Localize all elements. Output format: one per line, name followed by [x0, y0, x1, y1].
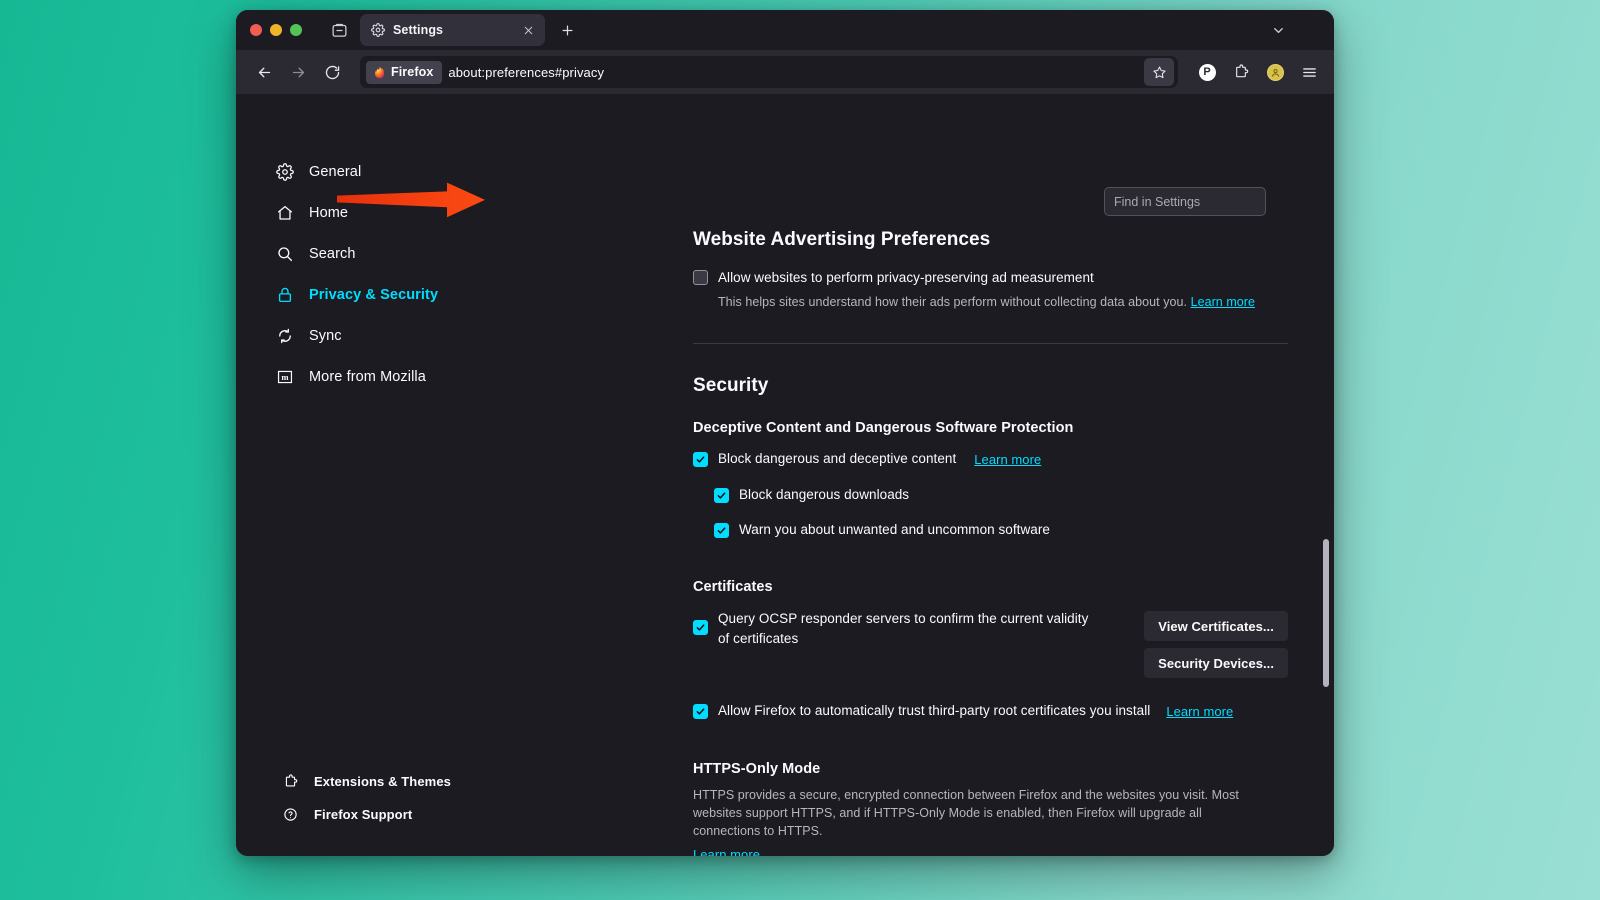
sidebar-item-general[interactable]: General	[236, 151, 464, 192]
ocsp-checkbox[interactable]	[693, 620, 708, 635]
question-mark-icon	[282, 806, 299, 823]
navigation-toolbar: Firefox about:preferences#privacy P	[236, 50, 1334, 94]
identity-chip-label: Firefox	[391, 65, 434, 79]
ad-measurement-learn-more-link[interactable]: Learn more	[1191, 295, 1255, 309]
deceptive-content-subtitle: Deceptive Content and Dangerous Software…	[693, 420, 1074, 437]
extensions-puzzle-icon	[282, 773, 299, 790]
back-arrow-icon[interactable]	[248, 56, 280, 88]
sidebar-item-privacy-security[interactable]: Privacy & Security	[236, 274, 464, 315]
ad-measurement-row[interactable]: Allow websites to perform privacy-preser…	[693, 269, 1288, 287]
lock-icon	[275, 285, 295, 305]
star-icon[interactable]	[1144, 58, 1174, 86]
list-tabs-icon[interactable]	[324, 16, 354, 44]
chevron-down-icon[interactable]	[1266, 19, 1290, 41]
view-certificates-button[interactable]: View Certificates...	[1144, 611, 1288, 641]
new-tab-button[interactable]	[552, 15, 582, 45]
account-avatar-icon[interactable]	[1260, 57, 1290, 87]
https-only-mode-subtitle: HTTPS-Only Mode	[693, 761, 821, 778]
pocket-badge-label: P	[1198, 63, 1216, 81]
zoom-window-button[interactable]	[290, 24, 302, 36]
block-dangerous-content-label: Block dangerous and deceptive content	[718, 451, 957, 467]
sidebar-item-label: General	[309, 163, 362, 180]
block-dangerous-content-row[interactable]: Block dangerous and deceptive content Le…	[693, 450, 1288, 468]
section-divider	[693, 343, 1288, 345]
ad-measurement-description-text: This helps sites understand how their ad…	[718, 295, 1188, 310]
tab-settings[interactable]: Settings	[360, 14, 545, 46]
url-text: about:preferences#privacy	[448, 64, 605, 80]
find-in-settings-wrapper	[1104, 187, 1266, 216]
block-dangerous-downloads-label: Block dangerous downloads	[739, 486, 910, 502]
minimize-window-button[interactable]	[270, 24, 282, 36]
https-only-learn-more-link[interactable]: Learn more	[693, 847, 760, 856]
browser-window: Settings Firefox about:preferences#priva…	[236, 10, 1334, 856]
block-dangerous-downloads-checkbox[interactable]	[714, 487, 729, 503]
search-input[interactable]	[1104, 187, 1266, 216]
sidebar-item-firefox-support[interactable]: Firefox Support	[236, 798, 464, 831]
sidebar-item-label: More from Mozilla	[309, 368, 426, 385]
third-party-certs-label: Allow Firefox to automatically trust thi…	[718, 703, 1151, 718]
url-bar[interactable]: Firefox about:preferences#privacy	[360, 56, 1178, 88]
privacy-security-panel: Website Advertising Preferences Allow we…	[693, 229, 1288, 856]
forward-arrow-icon[interactable]	[282, 56, 314, 88]
hamburger-menu-icon[interactable]	[1294, 57, 1324, 87]
settings-main-pane: Website Advertising Preferences Allow we…	[464, 94, 1334, 856]
sidebar-item-label: Search	[309, 245, 356, 262]
sidebar-footer-label: Firefox Support	[314, 807, 413, 822]
ad-measurement-label: Allow websites to perform privacy-preser…	[718, 270, 1094, 285]
block-dangerous-content-checkbox[interactable]	[693, 452, 708, 468]
third-party-certs-learn-more-link[interactable]: Learn more	[1166, 704, 1233, 719]
third-party-certs-checkbox[interactable]	[693, 704, 708, 720]
vertical-scrollbar-thumb[interactable]	[1323, 539, 1329, 687]
sidebar-item-home[interactable]: Home	[236, 192, 464, 233]
https-only-mode-description: HTTPS provides a secure, encrypted conne…	[693, 788, 1239, 839]
mozilla-icon: m	[275, 367, 295, 387]
warn-unwanted-software-label: Warn you about unwanted and uncommon sof…	[739, 521, 1050, 537]
block-dangerous-content-learn-more-link[interactable]: Learn more	[974, 452, 1041, 467]
warn-unwanted-software-checkbox[interactable]	[714, 522, 729, 538]
certificates-block: Query OCSP responder servers to confirm …	[693, 609, 1288, 678]
tab-strip: Settings	[236, 10, 1334, 50]
sidebar-item-label: Home	[309, 204, 349, 221]
window-traffic-lights	[250, 24, 302, 36]
firefox-logo-icon	[373, 66, 386, 79]
sidebar-footer: Extensions & Themes Firefox Support	[236, 765, 464, 856]
warn-unwanted-software-row[interactable]: Warn you about unwanted and uncommon sof…	[714, 521, 1288, 539]
reload-icon[interactable]	[316, 56, 348, 88]
block-dangerous-downloads-row[interactable]: Block dangerous downloads	[714, 486, 1288, 504]
pocket-icon[interactable]: P	[1192, 57, 1222, 87]
ad-measurement-checkbox[interactable]	[693, 270, 708, 285]
settings-content: General Home Search Privacy & Security S…	[236, 94, 1334, 856]
gear-icon	[275, 162, 295, 182]
identity-chip[interactable]: Firefox	[366, 60, 443, 84]
gear-icon	[371, 23, 385, 37]
close-icon[interactable]	[519, 21, 537, 39]
svg-text:m: m	[281, 372, 289, 382]
search-icon	[275, 244, 295, 264]
toolbar-right-icons: P	[1192, 57, 1324, 87]
sidebar-item-label: Sync	[309, 327, 342, 344]
ocsp-row[interactable]: Query OCSP responder servers to confirm …	[693, 609, 1144, 648]
sidebar-item-search[interactable]: Search	[236, 233, 464, 274]
tab-title: Settings	[393, 23, 444, 37]
sidebar-footer-label: Extensions & Themes	[314, 774, 451, 789]
ad-measurement-description: This helps sites understand how their ad…	[718, 293, 1288, 311]
third-party-certs-row[interactable]: Allow Firefox to automatically trust thi…	[693, 702, 1288, 720]
sync-icon	[275, 326, 295, 346]
security-devices-button[interactable]: Security Devices...	[1144, 648, 1288, 678]
settings-sidebar: General Home Search Privacy & Security S…	[236, 94, 464, 856]
sidebar-item-label: Privacy & Security	[309, 286, 439, 303]
close-window-button[interactable]	[250, 24, 262, 36]
home-icon	[275, 203, 295, 223]
sidebar-item-sync[interactable]: Sync	[236, 315, 464, 356]
sidebar-item-extensions-themes[interactable]: Extensions & Themes	[236, 765, 464, 798]
account-badge	[1266, 63, 1284, 81]
ocsp-label: Query OCSP responder servers to confirm …	[718, 611, 1089, 646]
extensions-puzzle-icon[interactable]	[1226, 57, 1256, 87]
sidebar-item-more-from-mozilla[interactable]: m More from Mozilla	[236, 356, 464, 397]
page-title: Website Advertising Preferences	[693, 229, 991, 250]
certificates-subtitle: Certificates	[693, 579, 773, 595]
security-section-title: Security	[693, 375, 769, 397]
